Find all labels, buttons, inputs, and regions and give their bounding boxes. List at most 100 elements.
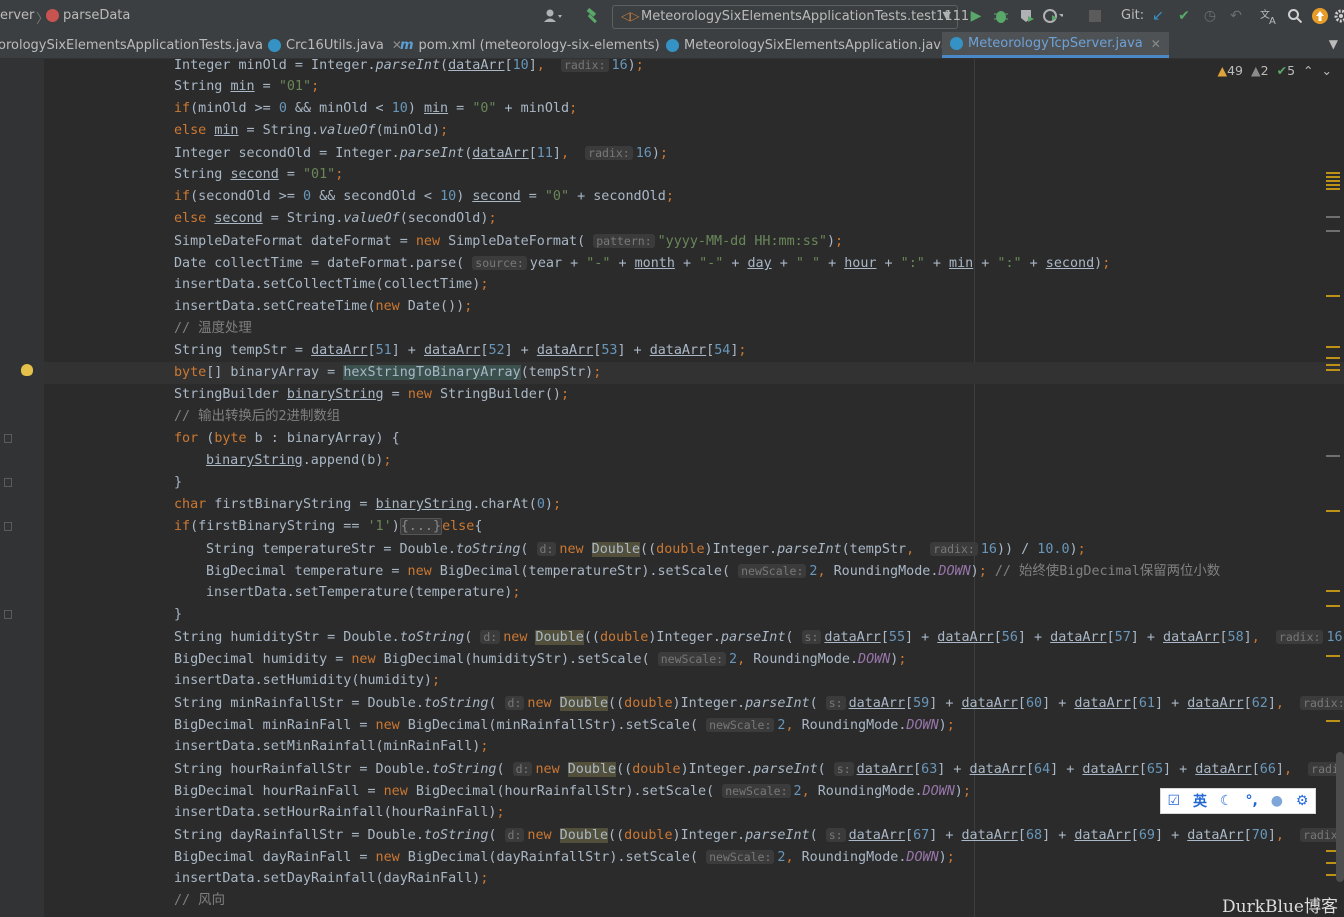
punctuation-icon[interactable]: °, [1245, 793, 1257, 809]
error-stripe-mark[interactable] [1326, 369, 1340, 371]
code-line: for (byte b : binaryArray) { [174, 431, 400, 446]
code-line: String temperatureStr = Double.toString(… [206, 542, 1086, 557]
fold-marker-icon[interactable] [4, 478, 12, 487]
code-line: else min = String.valueOf(minOld); [174, 123, 449, 138]
tab-label: orologySixElementsApplicationTests.java [0, 37, 264, 53]
warning-icon: ▲ [1217, 63, 1228, 78]
git-update-icon[interactable]: ↙ [1148, 6, 1168, 26]
run-icon[interactable]: ▶ [966, 6, 986, 26]
ime-toolbar[interactable]: ☑ 英 ☾ °, ● ⚙ [1160, 788, 1316, 814]
error-stripe-mark[interactable] [1326, 295, 1340, 297]
java-class-icon [268, 38, 281, 52]
inspection-widget[interactable]: ▲49 ▲2 ✔5 ⌃ ⌄ [1217, 63, 1332, 78]
code-line: else second = String.valueOf(secondOld); [174, 211, 497, 226]
ok-count[interactable]: ✔5 [1277, 63, 1295, 78]
run-configuration-label: MeteorologySixElementsApplicationTests.t… [641, 9, 970, 24]
fold-marker-icon[interactable] [4, 610, 12, 619]
error-stripe-mark[interactable] [1326, 357, 1340, 359]
moon-icon[interactable]: ☾ [1220, 793, 1233, 809]
user-icon[interactable]: ● [1271, 793, 1283, 809]
error-stripe-mark[interactable] [1326, 172, 1340, 174]
code-line: binaryString.append(b); [206, 453, 392, 468]
breadcrumb-class[interactable]: erver [0, 8, 34, 23]
code-line: // 输出转换后的2进制数组 [174, 409, 341, 424]
code-line: String hourRainfallStr = Double.toString… [44, 758, 1344, 780]
tab-pom-xml[interactable]: m pom.xml (meteorology-six-elements) ✕ [400, 32, 678, 58]
error-stripe-mark[interactable] [1326, 720, 1340, 722]
code-line: insertData.setDayRainfall(dayRainFall); [174, 871, 489, 886]
error-stripe-mark[interactable] [1326, 346, 1340, 348]
warning-count[interactable]: ▲49 [1217, 63, 1243, 78]
translate-icon[interactable]: 文A [1259, 6, 1279, 26]
code-line: } [174, 607, 183, 622]
chevron-down-icon[interactable]: ⌄ [1322, 63, 1332, 78]
stop-icon[interactable] [1085, 6, 1105, 26]
tab-application-tests[interactable]: orologySixElementsApplicationTests.java … [0, 32, 281, 58]
error-stripe-mark[interactable] [1326, 455, 1340, 457]
ime-logo-icon[interactable]: ☑ [1167, 793, 1180, 809]
gear-icon[interactable]: ⚙ [1296, 793, 1309, 809]
code-line-current: byte[] binaryArray = hexStringToBinaryAr… [44, 362, 1344, 384]
error-stripe-mark[interactable] [1326, 510, 1340, 512]
git-history-icon[interactable]: ◷ [1200, 6, 1220, 26]
settings-gear-icon[interactable] [1331, 6, 1344, 26]
fold-marker-icon[interactable] [4, 522, 12, 531]
watermark: DurkBlue博客 [1222, 897, 1338, 917]
error-stripe-mark[interactable] [1326, 590, 1340, 592]
code-line: String tempStr = dataArr[51] + dataArr[5… [174, 343, 747, 358]
code-line: // 温度处理 [174, 321, 252, 336]
editor-tabs: orologySixElementsApplicationTests.java … [0, 32, 1344, 59]
code-line: if(firstBinaryString == '1'){...}else{ [174, 518, 483, 535]
code-line: BigDecimal dayRainFall = new BigDecimal(… [174, 850, 955, 865]
error-stripe-mark[interactable] [1326, 655, 1340, 657]
chevron-up-icon[interactable]: ⌃ [1303, 63, 1313, 78]
breadcrumb-method[interactable]: parseData [63, 8, 130, 23]
tab-application[interactable]: MeteorologySixElementsApplication.java ✕ [666, 32, 967, 58]
code-line: insertData.setCollectTime(collectTime); [174, 277, 489, 292]
code-line: SimpleDateFormat dateFormat = new Simple… [174, 234, 844, 249]
error-stripe-mark[interactable] [1326, 180, 1340, 182]
error-stripe-mark[interactable] [1326, 188, 1340, 190]
code-line: insertData.setHumidity(humidity); [174, 673, 441, 688]
code-line: String minRainfallStr = Double.toString(… [44, 692, 1344, 714]
tab-tcp-server[interactable]: MeteorologyTcpServer.java ✕ [942, 32, 1169, 58]
code-line: String dayRainfallStr = Double.toString(… [44, 824, 1344, 846]
code-line: String second = "01"; [174, 167, 344, 182]
error-stripe-mark[interactable] [1326, 605, 1340, 607]
ide-update-icon[interactable] [1310, 6, 1330, 26]
maven-icon: m [400, 37, 414, 53]
vertical-scrollbar[interactable] [1336, 752, 1344, 882]
code-editor[interactable]: Integer minOld = Integer.parseInt(dataAr… [44, 59, 1344, 917]
error-stripe-mark[interactable] [1326, 364, 1340, 366]
build-hammer-icon[interactable] [583, 6, 603, 26]
code-line: BigDecimal temperature = new BigDecimal(… [206, 564, 1221, 579]
code-line: char firstBinaryString = binaryString.ch… [174, 497, 561, 512]
weak-warning-count[interactable]: ▲2 [1251, 63, 1269, 78]
profile-icon[interactable] [1043, 6, 1063, 26]
tabs-overflow-icon[interactable]: ▼ [1329, 37, 1338, 51]
git-rollback-icon[interactable]: ↶ [1226, 6, 1246, 26]
debug-icon[interactable] [991, 6, 1011, 26]
search-icon[interactable] [1285, 6, 1305, 26]
error-stripe-mark[interactable] [1326, 230, 1340, 232]
run-configuration-select[interactable]: ◁▷ MeteorologySixElementsApplicationTest… [612, 5, 969, 29]
code-line: Date collectTime = dateFormat.parse( sou… [174, 256, 1111, 271]
error-stripe-mark[interactable] [1326, 184, 1340, 186]
fold-marker-icon[interactable] [4, 434, 12, 443]
ime-mode-toggle[interactable]: 英 [1193, 791, 1207, 811]
coverage-icon[interactable] [1017, 6, 1037, 26]
code-line: // 风向 [174, 893, 225, 908]
tab-crc16utils[interactable]: Crc16Utils.java ✕ [268, 32, 402, 58]
error-stripe-mark[interactable] [1326, 216, 1340, 218]
code-line: Integer minOld = Integer.parseInt(dataAr… [174, 59, 644, 73]
error-stripe-mark[interactable] [1326, 176, 1340, 178]
code-line: String humidityStr = Double.toString( d:… [174, 630, 1344, 645]
tab-label: Crc16Utils.java [286, 37, 384, 53]
checkmark-icon: ✔ [1276, 63, 1288, 78]
git-commit-icon[interactable]: ✔ [1174, 6, 1194, 26]
user-icon[interactable] [543, 6, 563, 26]
editor-gutter [0, 59, 44, 917]
intention-bulb-icon[interactable] [21, 364, 33, 376]
method-icon [46, 9, 59, 22]
close-icon[interactable]: ✕ [1151, 37, 1161, 51]
